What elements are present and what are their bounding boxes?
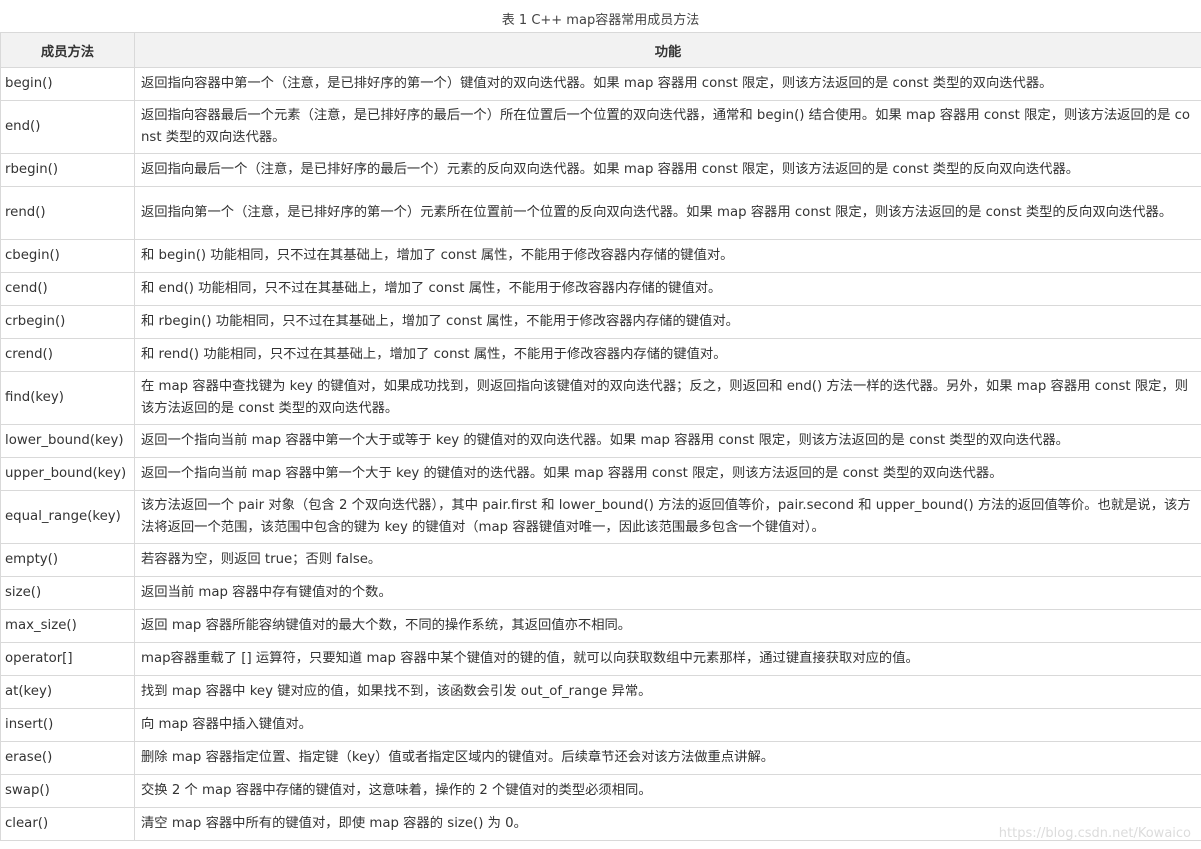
table-row: size() 返回当前 map 容器中存有键值对的个数。	[0, 576, 1201, 610]
method-name-cell: max_size()	[0, 609, 135, 643]
method-name-cell: clear()	[0, 807, 135, 841]
map-methods-table: 成员方法 功能 begin() 返回指向容器中第一个（注意，是已排好序的第一个）键…	[0, 32, 1201, 841]
method-description-cell: 返回指向第一个（注意，是已排好序的第一个）元素所在位置前一个位置的反向双向迭代器…	[134, 186, 1201, 240]
table-row: max_size() 返回 map 容器所能容纳键值对的最大个数，不同的操作系统，…	[0, 609, 1201, 643]
method-name-cell: operator[]	[0, 642, 135, 676]
method-name-cell: lower_bound(key)	[0, 424, 135, 458]
table-row: cend() 和 end() 功能相同，只不过在其基础上，增加了 const 属性…	[0, 272, 1201, 306]
method-description-cell: 向 map 容器中插入键值对。	[134, 708, 1201, 742]
method-name-cell: rbegin()	[0, 153, 135, 187]
table-caption: 表 1 C++ map容器常用成员方法	[501, 13, 700, 28]
table-row: equal_range(key) 该方法返回一个 pair 对象（包含 2 个双向…	[0, 490, 1201, 544]
method-name-cell: rend()	[0, 186, 135, 240]
method-name-cell: swap()	[0, 774, 135, 808]
method-description-cell: 返回指向容器中第一个（注意，是已排好序的第一个）键值对的双向迭代器。如果 map…	[134, 67, 1201, 101]
method-description-cell: 返回指向最后一个（注意，是已排好序的最后一个）元素的反向双向迭代器。如果 map…	[134, 153, 1201, 187]
table-row: insert() 向 map 容器中插入键值对。	[0, 708, 1201, 742]
method-description-cell: 和 rend() 功能相同，只不过在其基础上，增加了 const 属性，不能用于…	[134, 338, 1201, 372]
method-description-cell: 和 begin() 功能相同，只不过在其基础上，增加了 const 属性，不能用…	[134, 239, 1201, 273]
header-function: 功能	[134, 32, 1201, 68]
table-row: erase() 删除 map 容器指定位置、指定键（key）值或者指定区域内的键值…	[0, 741, 1201, 775]
table-row: end() 返回指向容器最后一个元素（注意，是已排好序的最后一个）所在位置后一个位…	[0, 100, 1201, 154]
method-description-cell: 和 rbegin() 功能相同，只不过在其基础上，增加了 const 属性，不能…	[134, 305, 1201, 339]
method-description-cell: 找到 map 容器中 key 键对应的值，如果找不到，该函数会引发 out_of…	[134, 675, 1201, 709]
watermark: https://blog.csdn.net/Kowaico	[998, 826, 1191, 841]
method-name-cell: cbegin()	[0, 239, 135, 273]
method-name-cell: equal_range(key)	[0, 490, 135, 544]
header-method: 成员方法	[0, 32, 135, 68]
table-row: operator[] map容器重载了 [] 运算符，只要知道 map 容器中某个…	[0, 642, 1201, 676]
method-name-cell: empty()	[0, 543, 135, 577]
table-row: cbegin() 和 begin() 功能相同，只不过在其基础上，增加了 cons…	[0, 239, 1201, 273]
table-body: begin() 返回指向容器中第一个（注意，是已排好序的第一个）键值对的双向迭代器…	[0, 67, 1201, 841]
table-row: upper_bound(key) 返回一个指向当前 map 容器中第一个大于 ke…	[0, 457, 1201, 491]
table-row: empty() 若容器为空，则返回 true；否则 false。	[0, 543, 1201, 577]
table-row: lower_bound(key) 返回一个指向当前 map 容器中第一个大于或等于…	[0, 424, 1201, 458]
table-header-row: 成员方法 功能	[0, 32, 1201, 68]
method-description-cell: 返回一个指向当前 map 容器中第一个大于 key 的键值对的迭代器。如果 ma…	[134, 457, 1201, 491]
method-name-cell: cend()	[0, 272, 135, 306]
method-description-cell: 在 map 容器中查找键为 key 的键值对，如果成功找到，则返回指向该键值对的…	[134, 371, 1201, 425]
table-row: rbegin() 返回指向最后一个（注意，是已排好序的最后一个）元素的反向双向迭代…	[0, 153, 1201, 187]
method-description-cell: 返回当前 map 容器中存有键值对的个数。	[134, 576, 1201, 610]
method-name-cell: erase()	[0, 741, 135, 775]
table-row: find(key) 在 map 容器中查找键为 key 的键值对，如果成功找到，则…	[0, 371, 1201, 425]
method-name-cell: crbegin()	[0, 305, 135, 339]
method-description-cell: 该方法返回一个 pair 对象（包含 2 个双向迭代器），其中 pair.fir…	[134, 490, 1201, 544]
method-name-cell: upper_bound(key)	[0, 457, 135, 491]
table-row: crend() 和 rend() 功能相同，只不过在其基础上，增加了 const …	[0, 338, 1201, 372]
method-description-cell: 返回指向容器最后一个元素（注意，是已排好序的最后一个）所在位置后一个位置的双向迭…	[134, 100, 1201, 154]
method-name-cell: at(key)	[0, 675, 135, 709]
method-name-cell: begin()	[0, 67, 135, 101]
method-description-cell: 返回一个指向当前 map 容器中第一个大于或等于 key 的键值对的双向迭代器。…	[134, 424, 1201, 458]
method-description-cell: 和 end() 功能相同，只不过在其基础上，增加了 const 属性，不能用于修…	[134, 272, 1201, 306]
table-row: begin() 返回指向容器中第一个（注意，是已排好序的第一个）键值对的双向迭代器…	[0, 67, 1201, 101]
method-description-cell: 若容器为空，则返回 true；否则 false。	[134, 543, 1201, 577]
method-description-cell: 返回 map 容器所能容纳键值对的最大个数，不同的操作系统，其返回值亦不相同。	[134, 609, 1201, 643]
method-description-cell: 删除 map 容器指定位置、指定键（key）值或者指定区域内的键值对。后续章节还…	[134, 741, 1201, 775]
method-name-cell: crend()	[0, 338, 135, 372]
method-name-cell: size()	[0, 576, 135, 610]
method-name-cell: end()	[0, 100, 135, 154]
table-row: rend() 返回指向第一个（注意，是已排好序的第一个）元素所在位置前一个位置的反…	[0, 186, 1201, 240]
table-row: swap() 交换 2 个 map 容器中存储的键值对，这意味着，操作的 2 个键…	[0, 774, 1201, 808]
table-row: at(key) 找到 map 容器中 key 键对应的值，如果找不到，该函数会引发…	[0, 675, 1201, 709]
method-name-cell: insert()	[0, 708, 135, 742]
method-name-cell: find(key)	[0, 371, 135, 425]
method-description-cell: map容器重载了 [] 运算符，只要知道 map 容器中某个键值对的键的值，就可…	[134, 642, 1201, 676]
table-row: crbegin() 和 rbegin() 功能相同，只不过在其基础上，增加了 co…	[0, 305, 1201, 339]
method-description-cell: 交换 2 个 map 容器中存储的键值对，这意味着，操作的 2 个键值对的类型必…	[134, 774, 1201, 808]
